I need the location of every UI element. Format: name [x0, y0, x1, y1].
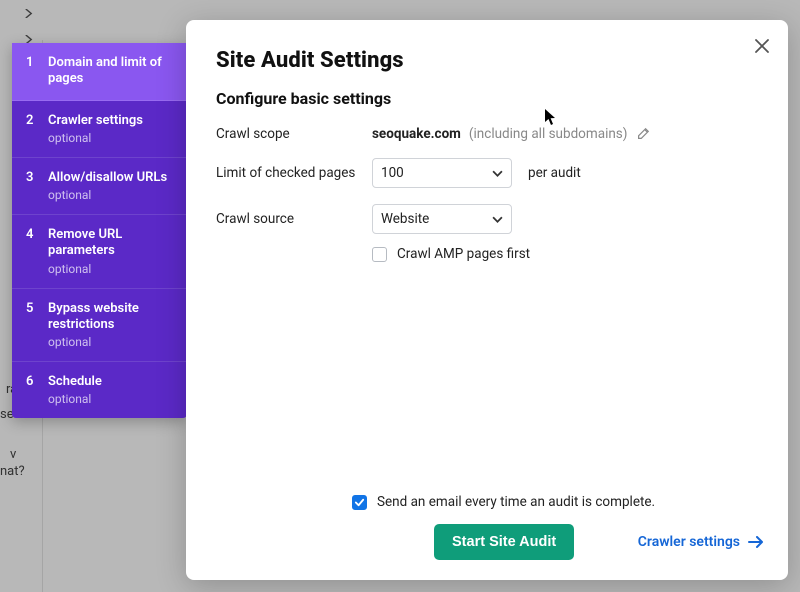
- label-crawl-scope: Crawl scope: [216, 126, 356, 142]
- wizard-step-labels: Remove URL parameters optional: [48, 227, 173, 276]
- row-limit-pages: Limit of checked pages 100 per audit: [216, 158, 764, 188]
- row-crawl-scope: Crawl scope seoquake.com (including all …: [216, 126, 764, 142]
- start-site-audit-button[interactable]: Start Site Audit: [434, 524, 574, 560]
- wizard-step-number: 3: [26, 170, 38, 202]
- wizard-step-labels: Domain and limit of pages: [48, 55, 173, 88]
- check-icon: [354, 497, 365, 508]
- wizard-step-number: 6: [26, 374, 38, 406]
- wizard-step-title: Bypass website restrictions: [48, 301, 173, 334]
- select-limit-pages[interactable]: 100: [372, 158, 512, 188]
- per-audit-label: per audit: [528, 165, 581, 181]
- row-email-on-complete: Send an email every time an audit is com…: [352, 494, 764, 510]
- wizard-step-1[interactable]: 1 Domain and limit of pages: [12, 43, 187, 101]
- wizard-step-title: Schedule: [48, 374, 173, 390]
- chevron-right-icon[interactable]: [18, 2, 38, 24]
- bg-text: v: [10, 447, 16, 462]
- modal-subtitle: Configure basic settings: [216, 89, 764, 108]
- next-step-link[interactable]: Crawler settings: [638, 534, 764, 550]
- wizard-steps: 1 Domain and limit of pages 2 Crawler setti…: [12, 43, 187, 418]
- modal-footer: Send an email every time an audit is com…: [216, 494, 764, 560]
- wizard-step-optional: optional: [48, 188, 173, 202]
- wizard-step-labels: Crawler settings optional: [48, 113, 173, 145]
- modal-content: Site Audit Settings Configure basic sett…: [216, 48, 764, 560]
- checkbox-email-label: Send an email every time an audit is com…: [377, 494, 655, 510]
- wizard-step-2[interactable]: 2 Crawler settings optional: [12, 101, 187, 158]
- wizard-step-number: 4: [26, 227, 38, 276]
- wizard-step-labels: Schedule optional: [48, 374, 173, 406]
- modal-title: Site Audit Settings: [216, 48, 764, 73]
- wizard-step-number: 1: [26, 55, 38, 88]
- chevron-down-icon: [492, 168, 503, 179]
- wizard-step-6[interactable]: 6 Schedule optional: [12, 362, 187, 418]
- select-crawl-source[interactable]: Website: [372, 204, 512, 234]
- label-limit-pages: Limit of checked pages: [216, 165, 356, 181]
- wizard-step-labels: Allow/disallow URLs optional: [48, 170, 173, 202]
- wizard-step-optional: optional: [48, 392, 173, 406]
- wizard-step-number: 2: [26, 113, 38, 145]
- next-step-link-label: Crawler settings: [638, 534, 740, 550]
- checkbox-box: [352, 495, 367, 510]
- checkbox-box: [372, 247, 387, 262]
- bg-text: nat?: [0, 464, 25, 479]
- wizard-step-number: 5: [26, 301, 38, 350]
- row-amp-first: Crawl AMP pages first: [372, 246, 764, 262]
- wizard-step-4[interactable]: 4 Remove URL parameters optional: [12, 215, 187, 289]
- arrow-right-icon: [748, 536, 764, 548]
- checkbox-amp-first-label: Crawl AMP pages first: [397, 246, 530, 262]
- crawl-scope-domain: seoquake.com: [372, 126, 461, 142]
- wizard-step-title: Remove URL parameters: [48, 227, 173, 260]
- wizard-step-title: Allow/disallow URLs: [48, 170, 173, 186]
- select-crawl-source-value: Website: [381, 211, 429, 227]
- settings-form: Crawl scope seoquake.com (including all …: [216, 126, 764, 278]
- wizard-step-labels: Bypass website restrictionsoptional: [48, 301, 173, 350]
- select-limit-pages-value: 100: [381, 165, 404, 181]
- settings-modal: Site Audit Settings Configure basic sett…: [186, 20, 788, 580]
- wizard-step-5[interactable]: 5Bypass website restrictionsoptional: [12, 289, 187, 363]
- chevron-down-icon: [492, 214, 503, 225]
- label-crawl-source: Crawl source: [216, 211, 356, 227]
- checkbox-amp-first[interactable]: Crawl AMP pages first: [372, 246, 530, 262]
- wizard-step-optional: optional: [48, 335, 173, 349]
- wizard-step-title: Domain and limit of pages: [48, 55, 173, 88]
- modal-actions: Start Site Audit Crawler settings: [216, 524, 764, 560]
- wizard-step-optional: optional: [48, 262, 173, 276]
- pencil-icon: [636, 127, 650, 141]
- wizard-step-optional: optional: [48, 131, 173, 145]
- row-crawl-source: Crawl source Website: [216, 204, 764, 234]
- edit-scope-button[interactable]: [635, 126, 651, 142]
- checkbox-email-on-complete[interactable]: Send an email every time an audit is com…: [352, 494, 655, 510]
- crawl-scope-note: (including all subdomains): [469, 126, 628, 142]
- wizard-step-title: Crawler settings: [48, 113, 173, 129]
- value-crawl-scope: seoquake.com (including all subdomains): [372, 126, 651, 142]
- wizard-step-3[interactable]: 3 Allow/disallow URLs optional: [12, 158, 187, 215]
